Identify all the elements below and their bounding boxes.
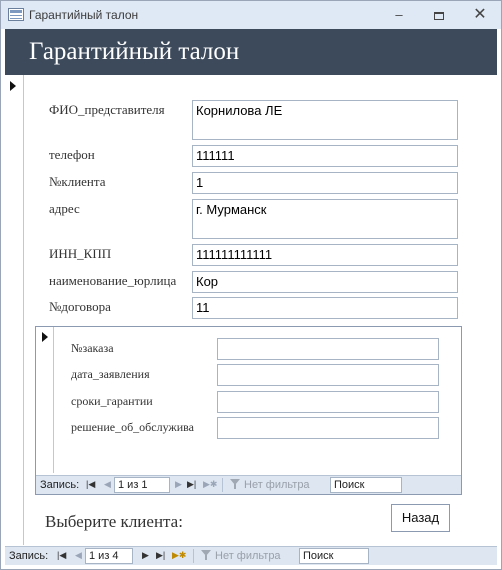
subform-new-record-button[interactable]: ▶✱	[203, 479, 217, 490]
subform-prev-record-button[interactable]: ◀	[104, 479, 111, 490]
prev-record-icon: ◀	[104, 479, 111, 489]
first-record-icon: |◀	[57, 550, 67, 560]
subform-record-selector[interactable]	[36, 327, 54, 473]
label-client-no: №клиента	[49, 174, 106, 189]
filter-icon	[230, 479, 241, 489]
table-icon	[8, 8, 24, 21]
last-record-button[interactable]: ▶|	[156, 550, 165, 561]
maximize-icon	[434, 11, 444, 20]
record-selector[interactable]	[5, 75, 24, 545]
field-legal-name[interactable]: Кор	[192, 271, 458, 293]
first-record-icon: |◀	[86, 479, 96, 489]
label-inn-kpp: ИНН_КПП	[49, 246, 112, 261]
choose-client-label: Выберите клиента:	[45, 512, 183, 531]
window-title: Гарантийный талон	[29, 8, 139, 22]
subform-nav-separator	[222, 478, 223, 492]
subform-search-input[interactable]: Поиск	[330, 477, 402, 493]
search-input[interactable]: Поиск	[299, 548, 369, 564]
subform-filter-label: Нет фильтра	[244, 479, 310, 491]
subform-filter-indicator[interactable]: Нет фильтра	[230, 479, 310, 491]
field-order-no[interactable]	[217, 338, 439, 360]
subform-first-record-button[interactable]: |◀	[86, 479, 95, 490]
label-contract-no: №договора	[49, 299, 111, 314]
first-record-button[interactable]: |◀	[57, 550, 66, 561]
subform-current-record-arrow-icon	[42, 332, 48, 342]
label-address: адрес	[49, 201, 80, 216]
prev-record-button[interactable]: ◀	[75, 550, 82, 561]
field-fio[interactable]: Корнилова ЛЕ	[192, 100, 458, 140]
subform-last-record-button[interactable]: ▶|	[187, 479, 196, 490]
field-client-no[interactable]: 1	[192, 172, 458, 194]
form-header: Гарантийный талон	[5, 29, 497, 75]
new-record-icon: ▶✱	[203, 479, 218, 489]
new-record-button[interactable]: ▶✱	[172, 550, 186, 561]
field-contract-no[interactable]: 11	[192, 297, 458, 319]
field-service-decision[interactable]	[217, 417, 439, 439]
access-form-window: Гарантийный талон – ✕ Гарантийный талон …	[0, 0, 502, 570]
next-record-icon: ▶	[142, 550, 149, 560]
subform-nav-label: Запись:	[40, 479, 80, 491]
close-button[interactable]: ✕	[465, 5, 495, 25]
label-service-decision: решение_об_обслужива	[71, 420, 194, 434]
current-record-arrow-icon	[10, 81, 16, 91]
label-fio: ФИО_представителя	[49, 102, 165, 117]
nav-label: Запись:	[9, 550, 49, 562]
filter-icon	[201, 550, 212, 560]
label-warranty-period: сроки_гарантии	[71, 394, 153, 408]
field-warranty-period[interactable]	[217, 391, 439, 413]
filter-label: Нет фильтра	[215, 550, 281, 562]
label-order-no: №заказа	[71, 341, 114, 355]
field-phone[interactable]: 111111	[192, 145, 458, 167]
last-record-icon: ▶|	[187, 479, 197, 489]
form-heading: Гарантийный талон	[29, 38, 240, 65]
next-record-icon: ▶	[175, 479, 182, 489]
orders-subform: №заказа дата_заявления сроки_гарантии ре…	[35, 326, 462, 495]
subform-record-position[interactable]: 1 из 1	[114, 477, 170, 493]
main-navigation-bar: Запись: |◀ ◀ 1 из 4 ▶ ▶| ▶✱ Нет фильтра …	[5, 546, 497, 565]
label-phone: телефон	[49, 147, 95, 162]
close-icon: ✕	[473, 6, 487, 23]
maximize-button[interactable]	[424, 5, 454, 25]
title-bar: Гарантийный талон – ✕	[1, 1, 501, 29]
label-legal-name: наименование_юрлица	[49, 273, 177, 288]
subform-next-record-button[interactable]: ▶	[175, 479, 182, 490]
field-application-date[interactable]	[217, 364, 439, 386]
filter-indicator[interactable]: Нет фильтра	[201, 550, 281, 562]
field-inn-kpp[interactable]: 111111111111	[192, 244, 458, 266]
last-record-icon: ▶|	[156, 550, 166, 560]
next-record-button[interactable]: ▶	[142, 550, 149, 561]
subform-navigation-bar: Запись: |◀ ◀ 1 из 1 ▶ ▶| ▶✱ Нет фильтра …	[36, 475, 461, 494]
minimize-button[interactable]: –	[384, 5, 414, 25]
label-application-date: дата_заявления	[71, 367, 150, 381]
minimize-icon: –	[395, 7, 403, 22]
record-position[interactable]: 1 из 4	[85, 548, 133, 564]
prev-record-icon: ◀	[75, 550, 82, 560]
back-button[interactable]: Назад	[391, 504, 450, 532]
nav-separator	[193, 549, 194, 563]
new-record-icon: ▶✱	[172, 550, 187, 560]
field-address[interactable]: г. Мурманск	[192, 199, 458, 239]
